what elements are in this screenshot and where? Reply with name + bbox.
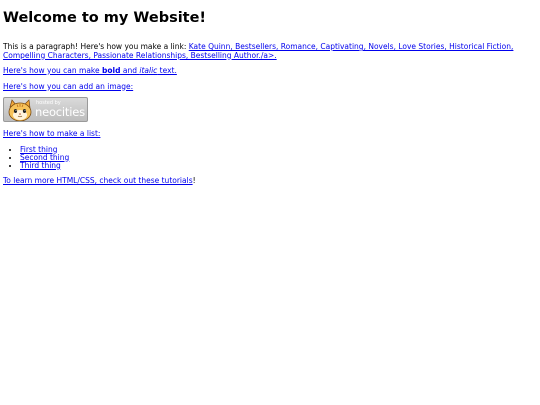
example-list: First thing Second thing Third thing [3, 145, 537, 170]
list-item-link[interactable]: Third thing [20, 161, 61, 170]
bold-italic-middle: and [120, 65, 140, 75]
bold-italic-prefix: Here's how you can make [3, 65, 102, 75]
image-intro-link[interactable]: Here's how you can add an image: [3, 82, 133, 91]
italic-text: italic [139, 65, 158, 75]
list-item: Third thing [20, 161, 537, 170]
badge-container: hosted by neocities [3, 97, 537, 123]
tutorials-link[interactable]: To learn more HTML/CSS, check out these … [3, 176, 193, 185]
neocities-cat-icon [8, 99, 32, 121]
bold-italic-link[interactable]: Here's how you can make bold and italic … [3, 66, 177, 75]
page-body: Welcome to my Website! This is a paragra… [0, 0, 540, 405]
image-intro-paragraph: Here's how you can add an image: [3, 82, 537, 92]
list-intro-link[interactable]: Here's how to make a list: [3, 129, 100, 138]
tutorials-suffix: ! [192, 175, 196, 185]
tutorials-paragraph: To learn more HTML/CSS, check out these … [3, 175, 537, 186]
list-intro-paragraph: Here's how to make a list: [3, 129, 537, 139]
neocities-badge[interactable]: hosted by neocities [3, 97, 88, 122]
bold-text: bold [102, 65, 121, 75]
list-item: Second thing [20, 153, 537, 162]
list-item: First thing [20, 145, 537, 154]
bold-italic-paragraph: Here's how you can make bold and italic … [3, 66, 537, 76]
page-title: Welcome to my Website! [3, 10, 207, 26]
badge-neocities-text: neocities [35, 105, 85, 119]
intro-paragraph: This is a paragraph! Here's how you make… [3, 42, 537, 60]
bold-italic-suffix: text. [157, 65, 177, 75]
